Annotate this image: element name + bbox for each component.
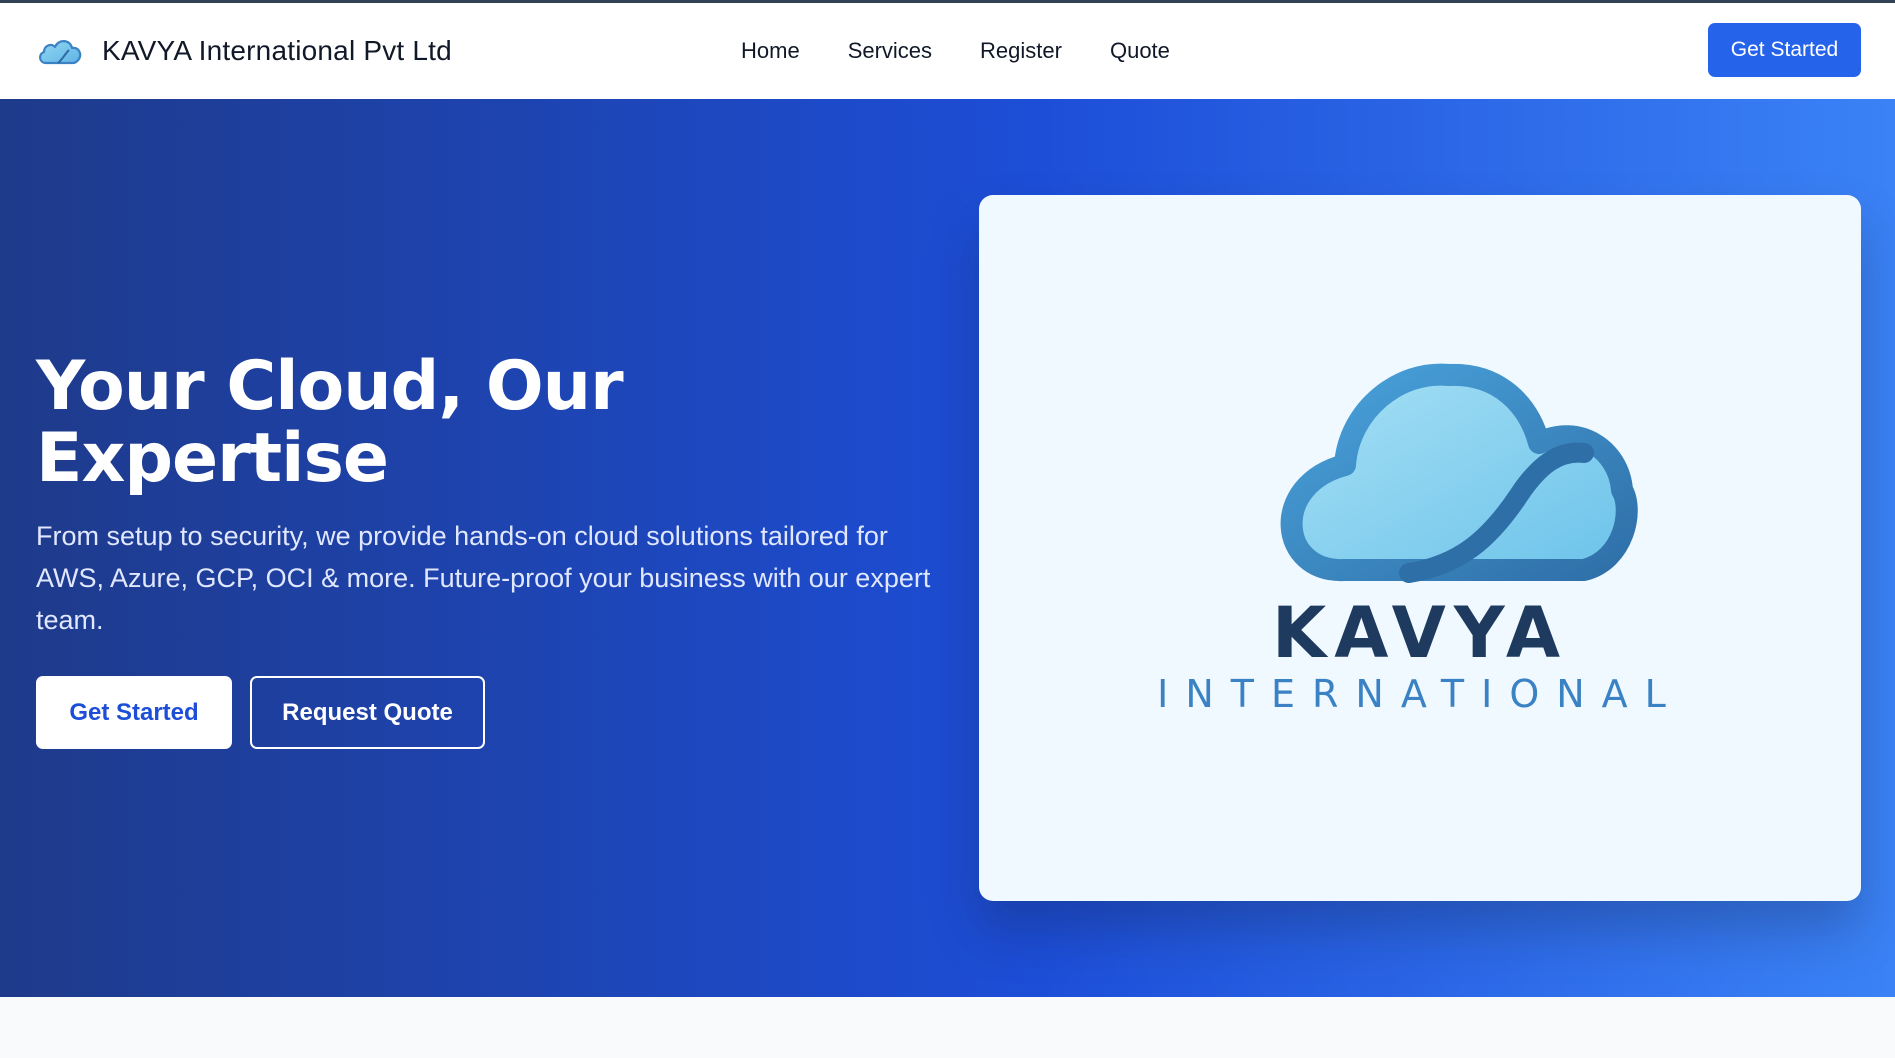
hero-description: From setup to security, we provide hands… xyxy=(36,521,931,635)
logo-cloud-icon xyxy=(1280,363,1638,583)
main-nav: Home Services Register Quote xyxy=(741,3,1170,99)
cloud-icon xyxy=(39,40,82,65)
kavya-logo: KAVYA INTERNATIONAL xyxy=(1157,363,1683,716)
request-quote-button[interactable]: Request Quote xyxy=(250,676,485,749)
next-section xyxy=(0,997,1895,1058)
nav-register[interactable]: Register xyxy=(980,38,1062,64)
site-header: KAVYA International Pvt Ltd Home Service… xyxy=(0,3,1895,99)
hero-title: Your Cloud, Our Expertise xyxy=(36,347,624,498)
header-get-started-button[interactable]: Get Started xyxy=(1708,23,1861,77)
hero-section: Your Cloud, Our Expertise From setup to … xyxy=(0,99,1895,997)
nav-home[interactable]: Home xyxy=(741,38,800,64)
logo-card: KAVYA INTERNATIONAL xyxy=(979,195,1861,901)
logo-wordmark-international: INTERNATIONAL xyxy=(1157,672,1683,716)
logo-wordmark-kavya: KAVYA xyxy=(1272,592,1568,674)
nav-services[interactable]: Services xyxy=(848,38,932,64)
nav-quote[interactable]: Quote xyxy=(1110,38,1170,64)
hero-get-started-button[interactable]: Get Started xyxy=(36,676,232,749)
brand[interactable]: KAVYA International Pvt Ltd xyxy=(36,35,736,67)
brand-name: KAVYA International Pvt Ltd xyxy=(102,35,452,66)
